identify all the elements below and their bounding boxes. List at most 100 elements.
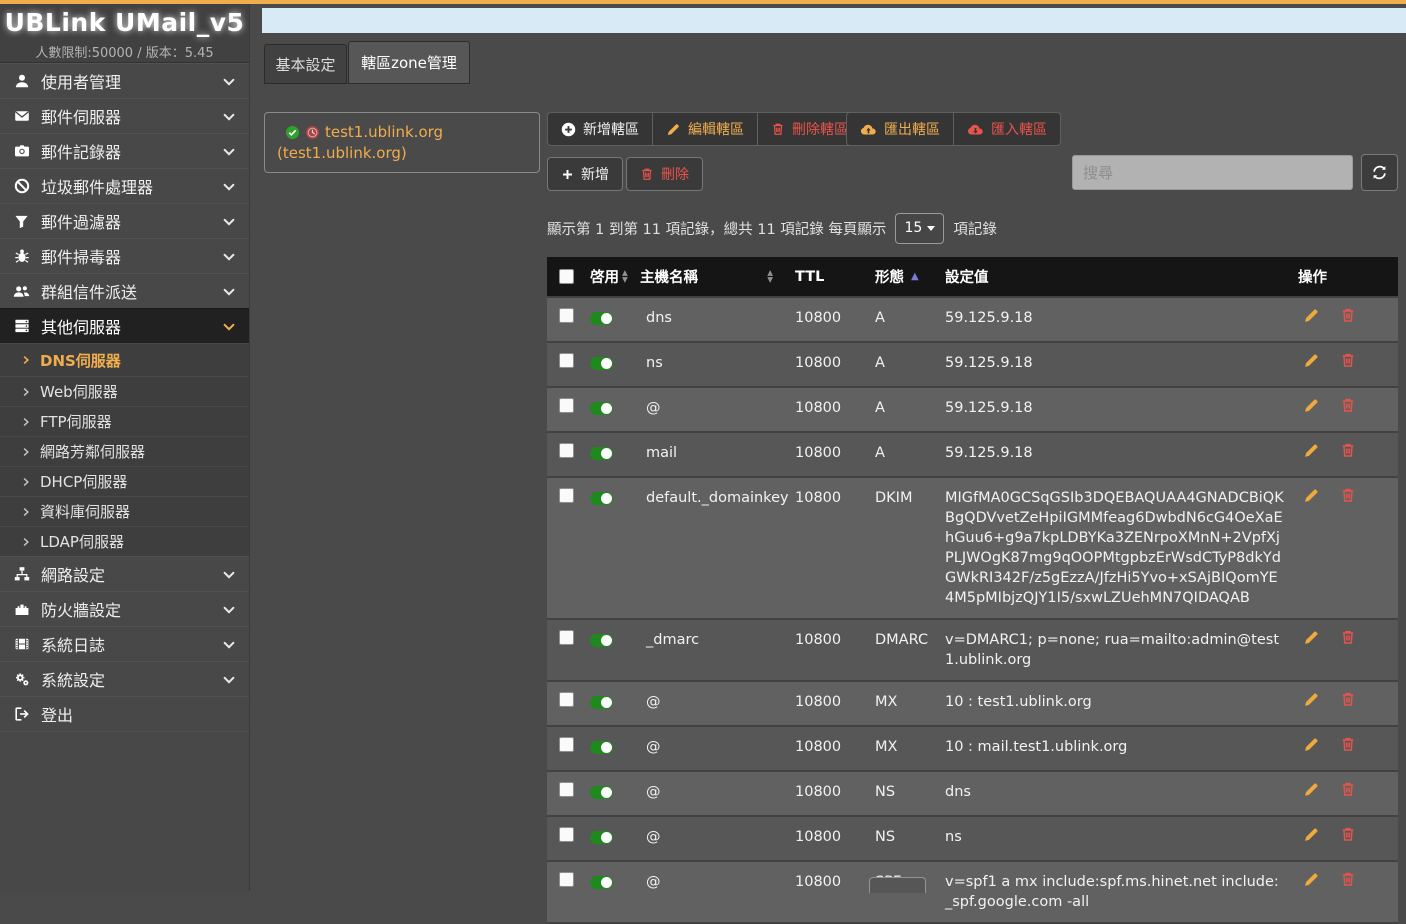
- delete-record-icon[interactable]: [1340, 629, 1356, 646]
- delete-record-icon[interactable]: [1340, 781, 1356, 798]
- row-checkbox[interactable]: [559, 443, 574, 458]
- sidebar-subitem-network-neighbor-server[interactable]: 網路芳鄰伺服器: [0, 436, 249, 466]
- row-checkbox[interactable]: [559, 630, 574, 645]
- tab-zone-management[interactable]: 轄區zone管理: [348, 41, 470, 84]
- enable-toggle[interactable]: [590, 696, 613, 709]
- row-checkbox[interactable]: [559, 872, 574, 887]
- column-header-ttl[interactable]: TTL: [795, 269, 875, 285]
- delete-record-icon[interactable]: [1340, 871, 1356, 888]
- sidebar-item-other-servers[interactable]: 其他伺服器: [0, 308, 249, 343]
- sidebar-item-logout[interactable]: 登出: [0, 696, 249, 731]
- per-page-select[interactable]: 15: [895, 213, 944, 244]
- sidebar-subitem-dns-server[interactable]: DNS伺服器: [0, 343, 249, 376]
- refresh-button[interactable]: [1361, 154, 1398, 191]
- enable-toggle[interactable]: [590, 831, 613, 844]
- fortress-icon: [13, 601, 30, 618]
- delete-record-icon[interactable]: [1340, 352, 1356, 369]
- row-checkbox[interactable]: [559, 737, 574, 752]
- edit-record-icon[interactable]: [1303, 397, 1320, 414]
- delete-record-button[interactable]: 刪除: [626, 157, 703, 191]
- edit-record-icon[interactable]: [1303, 691, 1320, 708]
- search-input[interactable]: [1072, 155, 1353, 190]
- delete-record-icon[interactable]: [1340, 397, 1356, 414]
- sidebar-item-system-settings[interactable]: 系統設定: [0, 661, 249, 696]
- delete-record-icon[interactable]: [1340, 307, 1356, 324]
- per-page-value: 15: [904, 220, 922, 236]
- import-zone-button[interactable]: 匯入轄區: [953, 113, 1060, 145]
- row-checkbox[interactable]: [559, 488, 574, 503]
- sidebar-item-spam-handler[interactable]: 垃圾郵件處理器: [0, 168, 249, 203]
- row-checkbox[interactable]: [559, 398, 574, 413]
- column-header-value[interactable]: 設定值: [945, 266, 1292, 287]
- add-record-button[interactable]: 新增: [547, 157, 623, 191]
- enable-toggle[interactable]: [590, 786, 613, 799]
- column-header-host[interactable]: 主機名稱 ▲▼: [640, 266, 795, 287]
- film-icon: [13, 636, 30, 653]
- add-zone-button[interactable]: 新增轄區: [548, 113, 652, 145]
- edit-record-icon[interactable]: [1303, 826, 1320, 843]
- records-info-suffix: 項記錄: [953, 218, 997, 239]
- sidebar-subitem-ldap-server[interactable]: LDAP伺服器: [0, 526, 249, 556]
- ban-icon: [13, 178, 30, 195]
- row-checkbox[interactable]: [559, 827, 574, 842]
- sidebar-subitem-ftp-server[interactable]: FTP伺服器: [0, 406, 249, 436]
- enable-toggle[interactable]: [590, 492, 613, 505]
- zone-list-item[interactable]: test1.ublink.org (test1.ublink.org): [264, 112, 540, 173]
- sidebar-subitem-label: FTP伺服器: [40, 411, 112, 432]
- sidebar-item-mail-antivirus[interactable]: 郵件掃毒器: [0, 238, 249, 273]
- sidebar-subitem-dhcp-server[interactable]: DHCP伺服器: [0, 466, 249, 496]
- sidebar-item-network-settings[interactable]: 網路設定: [0, 556, 249, 591]
- edit-zone-button[interactable]: 編輯轄區: [652, 113, 757, 145]
- delete-record-icon[interactable]: [1340, 691, 1356, 708]
- tab-basic-settings[interactable]: 基本設定: [264, 44, 347, 84]
- sidebar-item-group-mail-delivery[interactable]: 群組信件派送: [0, 273, 249, 308]
- column-header-enable[interactable]: 啓用 ▲▼: [590, 266, 640, 287]
- edit-record-icon[interactable]: [1303, 307, 1320, 324]
- chevron-right-icon: [21, 447, 31, 457]
- edit-record-icon[interactable]: [1303, 629, 1320, 646]
- sidebar-subitem-web-server[interactable]: Web伺服器: [0, 376, 249, 406]
- chevron-right-icon: [21, 477, 31, 487]
- enable-toggle[interactable]: [590, 402, 613, 415]
- sidebar-item-mail-server[interactable]: 郵件伺服器: [0, 98, 249, 133]
- delete-record-icon[interactable]: [1340, 487, 1356, 504]
- delete-record-icon[interactable]: [1340, 736, 1356, 753]
- sort-icon: ▲▼: [767, 270, 773, 283]
- enable-toggle[interactable]: [590, 634, 613, 647]
- sidebar-subitem-database-server[interactable]: 資料庫伺服器: [0, 496, 249, 526]
- enable-toggle[interactable]: [590, 447, 613, 460]
- enable-toggle[interactable]: [590, 741, 613, 754]
- sidebar-item-system-log[interactable]: 系統日誌: [0, 626, 249, 661]
- chevron-down-icon: [222, 320, 236, 334]
- edit-record-icon[interactable]: [1303, 442, 1320, 459]
- host-cell: default._domainkey: [640, 478, 795, 518]
- row-checkbox[interactable]: [559, 782, 574, 797]
- sidebar-item-label: 郵件過濾器: [41, 209, 121, 233]
- select-all-checkbox[interactable]: [559, 269, 574, 284]
- delete-record-icon[interactable]: [1340, 826, 1356, 843]
- edit-record-icon[interactable]: [1303, 736, 1320, 753]
- value-cell: v=spf1 a mx include:spf.ms.hinet.net inc…: [945, 862, 1292, 922]
- enable-toggle[interactable]: [590, 357, 613, 370]
- sidebar-item-user-management[interactable]: 使用者管理: [0, 63, 249, 98]
- edit-record-icon[interactable]: [1303, 352, 1320, 369]
- sidebar-item-mail-filter[interactable]: 郵件過濾器: [0, 203, 249, 238]
- row-checkbox[interactable]: [559, 692, 574, 707]
- trash-icon: [640, 167, 654, 181]
- dns-records-table: 啓用 ▲▼ 主機名稱 ▲▼ TTL 形態 ▲ 設定值 操作: [547, 257, 1398, 924]
- edit-record-icon[interactable]: [1303, 487, 1320, 504]
- enable-toggle[interactable]: [590, 312, 613, 325]
- filter-icon: [13, 213, 30, 230]
- delete-record-icon[interactable]: [1340, 442, 1356, 459]
- row-checkbox[interactable]: [559, 308, 574, 323]
- column-header-type[interactable]: 形態 ▲: [875, 266, 945, 287]
- enable-toggle[interactable]: [590, 876, 613, 889]
- sidebar-item-mail-recorder[interactable]: 郵件記錄器: [0, 133, 249, 168]
- edit-record-icon[interactable]: [1303, 781, 1320, 798]
- row-checkbox[interactable]: [559, 353, 574, 368]
- export-zone-button[interactable]: 匯出轄區: [847, 113, 953, 145]
- sidebar-item-firewall-settings[interactable]: 防火牆設定: [0, 591, 249, 626]
- value-cell: MIGfMA0GCSqGSIb3DQEBAQUAA4GNADCBiQKBgQDV…: [945, 478, 1292, 618]
- host-cell: @: [640, 772, 795, 812]
- edit-record-icon[interactable]: [1303, 871, 1320, 888]
